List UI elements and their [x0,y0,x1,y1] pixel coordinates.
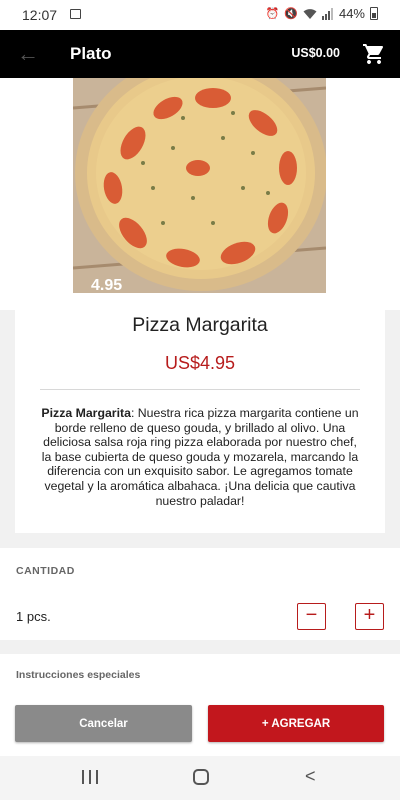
special-instructions-section[interactable]: Instrucciones especiales [0,654,400,690]
action-bar: Cancelar + AGREGAR [0,690,400,756]
battery-icon [370,7,378,20]
home-icon[interactable] [193,769,209,785]
back-arrow-icon[interactable]: ← [16,42,40,66]
alarm-icon: ⏰ [265,8,280,20]
wifi-icon [303,8,317,19]
signal-icon [321,7,333,20]
dish-price: US$4.95 [164,353,236,373]
quantity-increase-button[interactable]: + [355,603,384,630]
quantity-label: CANTIDAD [16,565,75,577]
photo-overlay-text: 4.95 [91,277,122,293]
recents-icon[interactable] [82,770,98,784]
description-dish-name: Pizza Margarita [41,406,131,420]
quantity-section: CANTIDAD 1 pcs. − + [0,548,400,640]
status-time: 12:07 [22,7,58,23]
dish-name: Pizza Margarita [132,314,268,336]
battery-percent: 44% [338,6,365,21]
dish-card: Pizza Margarita US$4.95 Pizza Margarita:… [15,310,385,533]
mute-icon: 🔇 [284,8,298,20]
status-icons: ⏰ 🔇 44% [266,6,378,21]
add-to-cart-button[interactable]: + AGREGAR [208,705,384,742]
shopping-cart-icon[interactable] [362,42,386,66]
description-body: : Nuestra rica pizza margarita contiene … [41,406,359,508]
cancel-button[interactable]: Cancelar [15,705,192,742]
app-bar: ← Plato US$0.00 [0,30,400,78]
page-title: Plato [70,44,112,63]
divider [40,389,360,390]
status-bar: 12:07 ⏰ 🔇 44% [0,0,400,30]
cart-total: US$0.00 [291,46,340,60]
system-nav-bar: < [0,756,400,800]
quantity-decrease-button[interactable]: − [297,603,326,630]
dish-description: Pizza Margarita: Nuestra rica pizza marg… [37,406,363,508]
pizza-photo: 4.95 [73,78,326,293]
pizza-illustration: 4.95 [73,78,326,293]
back-icon[interactable]: < [305,766,316,787]
special-instructions-label: Instrucciones especiales [16,669,141,681]
quantity-value: 1 pcs. [16,609,51,624]
image-icon [70,9,81,19]
dish-image-area: 4.95 [0,78,400,310]
